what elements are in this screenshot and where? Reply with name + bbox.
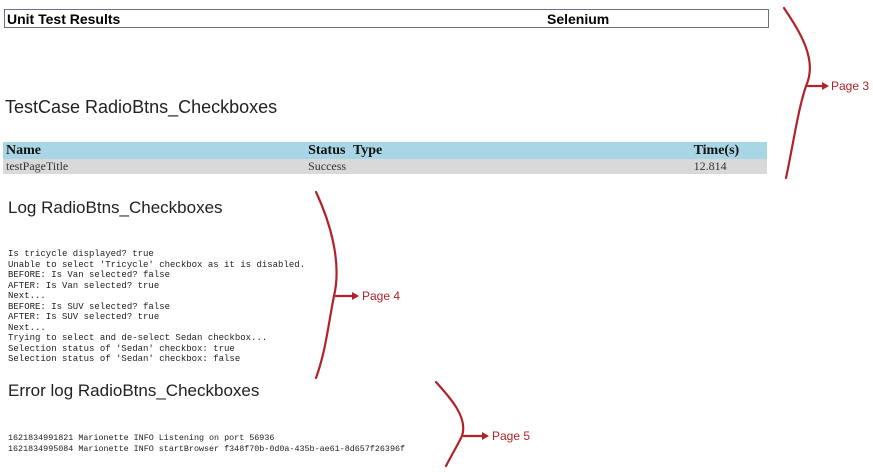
- log-line: Is tricycle displayed? true: [8, 249, 154, 259]
- log-line: BEFORE: Is Van selected? false: [8, 270, 171, 280]
- column-header-type: Type: [349, 142, 691, 159]
- error-log-heading: Error log RadioBtns_Checkboxes: [8, 381, 260, 400]
- page-annotations: [314, 6, 829, 468]
- log-line: Selection status of 'Sedan' checkbox: tr…: [8, 343, 235, 354]
- cell-time: 12.814: [690, 159, 767, 174]
- error-log-line: 1621834991821 Marionette INFO Listening …: [8, 433, 275, 443]
- log-line: Selection status of 'Sedan' checkbox: fa…: [8, 354, 241, 364]
- log-heading: Log RadioBtns_Checkboxes: [8, 198, 223, 217]
- log-line: AFTER: Is Van selected? true: [8, 280, 160, 291]
- error-log-output: 1621834991821 Marionette INFO Listening …: [8, 433, 405, 454]
- log-line: Trying to select and de-select Sedan che…: [8, 333, 268, 343]
- column-header-name: Name: [3, 142, 306, 159]
- table-row: testPageTitle Success 12.814: [3, 159, 767, 174]
- product-name: Selenium: [547, 11, 610, 27]
- error-log-line: 1621834995084 Marionette INFO startBrows…: [8, 443, 406, 454]
- page-4-arrowhead: [352, 292, 359, 300]
- page-3-label: Page 3: [831, 79, 870, 93]
- column-header-time: Time(s): [690, 142, 767, 159]
- page-4-label: Page 4: [362, 289, 401, 303]
- table-header-row: Name Status Type Time(s): [3, 142, 767, 159]
- report-title: Unit Test Results: [7, 11, 121, 27]
- log-line: AFTER: Is SUV selected? true: [8, 312, 160, 322]
- testcase-heading: TestCase RadioBtns_Checkboxes: [5, 97, 278, 117]
- log-line: Next...: [8, 291, 46, 301]
- report-header: Unit Test Results Selenium: [4, 9, 769, 28]
- cell-status: Success: [305, 159, 691, 174]
- column-header-status: Status: [305, 142, 350, 159]
- page-3-brace: [782, 6, 811, 180]
- log-output: Is tricycle displayed? true Unable to se…: [8, 249, 305, 365]
- log-line: Next...: [8, 322, 46, 333]
- cell-name: testPageTitle: [3, 159, 306, 174]
- page-3-arrowhead: [822, 82, 829, 90]
- page-4-brace: [314, 190, 338, 380]
- page-5-brace: [434, 380, 465, 468]
- log-line: BEFORE: Is SUV selected? false: [8, 301, 171, 312]
- page-5-arrowhead: [482, 432, 489, 440]
- log-line: Unable to select 'Tricycle' checkbox as …: [8, 259, 306, 270]
- results-table: Name Status Type Time(s) testPageTitle S…: [3, 142, 767, 174]
- page-5-label: Page 5: [492, 429, 531, 443]
